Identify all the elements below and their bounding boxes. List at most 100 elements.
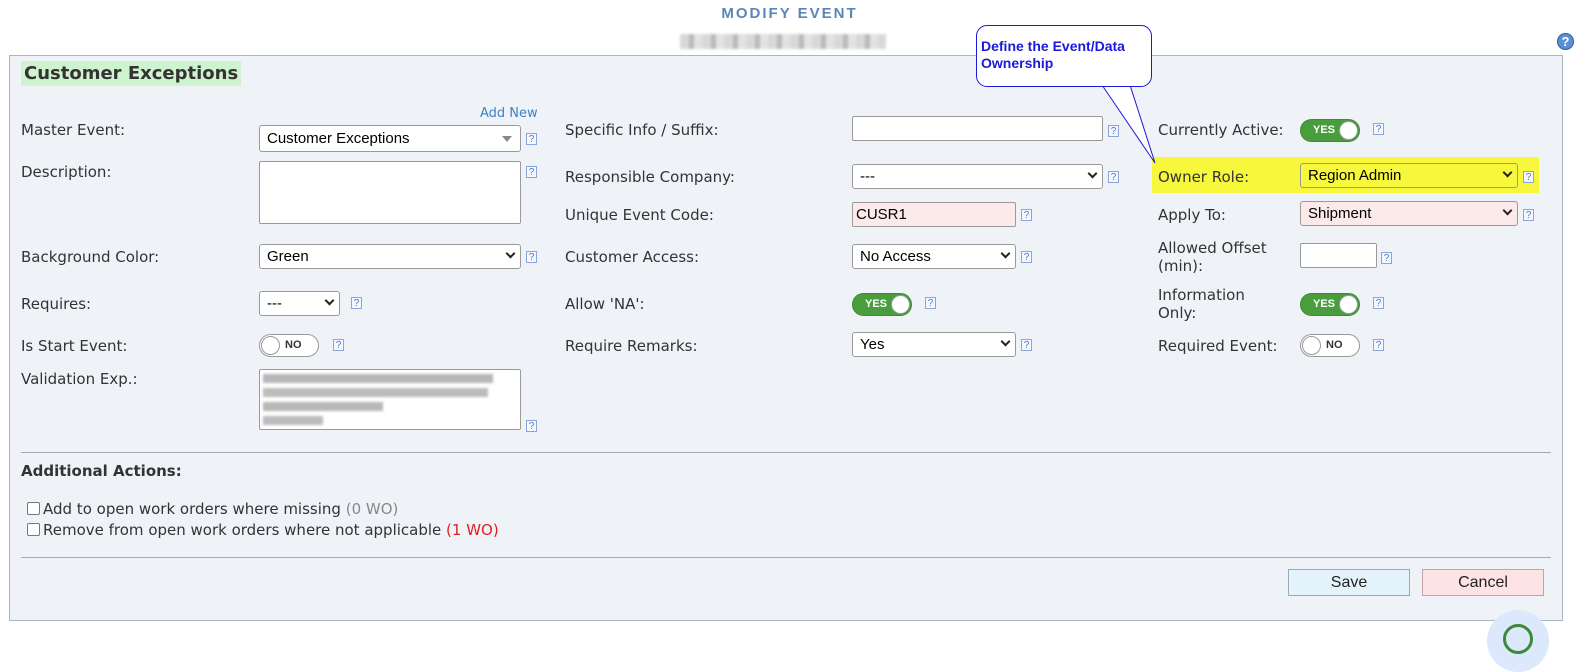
description-textarea[interactable]: [259, 161, 521, 224]
currently-active-toggle[interactable]: YES: [1300, 119, 1360, 142]
validation-exp-label: Validation Exp.:: [21, 370, 138, 388]
help-icon[interactable]: ?: [1381, 252, 1392, 264]
help-icon[interactable]: ?: [351, 297, 362, 309]
information-only-label-line1: Information: [1158, 286, 1245, 304]
remove-na-count: (1 WO): [446, 521, 499, 539]
dropdown-arrow-icon: [502, 136, 512, 142]
cancel-button[interactable]: Cancel: [1422, 569, 1544, 596]
customer-access-select[interactable]: No Access: [852, 244, 1016, 269]
save-button[interactable]: Save: [1288, 569, 1410, 596]
section-divider: [21, 452, 1551, 453]
requires-value: ---: [267, 295, 282, 312]
help-icon[interactable]: ?: [1021, 251, 1032, 263]
information-only-label: Information Only:: [1158, 286, 1245, 322]
redacted-text: [263, 374, 493, 383]
toggle-knob: [891, 295, 910, 314]
requires-select[interactable]: ---: [259, 291, 340, 316]
help-icon[interactable]: ?: [526, 251, 537, 263]
help-icon[interactable]: ?: [526, 420, 537, 432]
help-icon[interactable]: ?: [1523, 209, 1534, 221]
help-icon[interactable]: ?: [1523, 171, 1534, 183]
remove-na-label: Remove from open work orders where not a…: [43, 521, 499, 539]
help-icon[interactable]: ?: [1373, 339, 1384, 351]
help-icon[interactable]: ?: [1373, 123, 1384, 135]
help-icon[interactable]: ?: [1373, 297, 1384, 309]
background-color-label: Background Color:: [21, 248, 160, 266]
required-event-toggle[interactable]: NO: [1300, 334, 1360, 357]
remove-na-checkbox[interactable]: [27, 523, 40, 536]
add-missing-text: Add to open work orders where missing: [43, 500, 341, 518]
specific-info-label: Specific Info / Suffix:: [565, 121, 719, 139]
help-icon[interactable]: ?: [1557, 33, 1574, 50]
help-icon[interactable]: ?: [526, 133, 537, 145]
help-icon[interactable]: ?: [333, 339, 344, 351]
allow-na-toggle[interactable]: YES: [852, 293, 912, 316]
chevron-down-icon: [1000, 336, 1011, 347]
help-icon[interactable]: ?: [925, 297, 936, 309]
help-icon[interactable]: ?: [1108, 125, 1119, 137]
information-only-toggle[interactable]: YES: [1300, 293, 1360, 316]
validation-exp-textarea[interactable]: [259, 369, 521, 430]
chevron-down-icon: [324, 295, 335, 306]
remove-na-text: Remove from open work orders where not a…: [43, 521, 442, 539]
toggle-state: NO: [1326, 339, 1343, 351]
help-icon[interactable]: ?: [1108, 171, 1119, 183]
add-new-link[interactable]: Add New: [480, 106, 538, 121]
require-remarks-select[interactable]: Yes: [852, 332, 1016, 357]
apply-to-select[interactable]: Shipment: [1300, 201, 1518, 226]
section-title: Customer Exceptions: [21, 61, 242, 86]
responsible-company-select[interactable]: ---: [852, 164, 1103, 189]
help-icon[interactable]: ?: [1021, 209, 1032, 221]
chevron-down-icon: [1087, 168, 1098, 179]
requires-label: Requires:: [21, 295, 92, 313]
description-label: Description:: [21, 163, 112, 181]
responsible-company-label: Responsible Company:: [565, 168, 735, 186]
callout-line-2: Ownership: [981, 55, 1054, 71]
master-event-label: Master Event:: [21, 121, 126, 139]
require-remarks-label: Require Remarks:: [565, 337, 698, 355]
add-missing-count: (0 WO): [345, 500, 399, 518]
help-icon[interactable]: ?: [526, 166, 537, 178]
unique-event-code-input[interactable]: CUSR1: [852, 202, 1016, 227]
master-event-value: Customer Exceptions: [267, 130, 410, 147]
responsible-company-value: ---: [860, 168, 875, 185]
specific-info-input[interactable]: [852, 116, 1103, 141]
toggle-state: YES: [1313, 124, 1336, 136]
chat-icon: [1503, 624, 1533, 654]
additional-actions-title: Additional Actions:: [21, 462, 182, 480]
toggle-knob: [1339, 295, 1358, 314]
toggle-state: NO: [285, 339, 302, 351]
allowed-offset-label-line1: Allowed Offset: [1158, 239, 1267, 257]
allowed-offset-label: Allowed Offset (min):: [1158, 239, 1267, 275]
help-icon[interactable]: ?: [1021, 339, 1032, 351]
redacted-text: [263, 388, 488, 397]
owner-role-select[interactable]: Region Admin: [1300, 163, 1518, 188]
is-start-event-label: Is Start Event:: [21, 337, 128, 355]
add-missing-checkbox[interactable]: [27, 502, 40, 515]
currently-active-label: Currently Active:: [1158, 121, 1284, 139]
chevron-down-icon: [1502, 167, 1513, 178]
toggle-state: YES: [1313, 298, 1336, 310]
customer-access-value: No Access: [860, 248, 931, 265]
required-event-label: Required Event:: [1158, 337, 1278, 355]
background-color-value: Green: [267, 248, 309, 265]
allowed-offset-input[interactable]: [1300, 243, 1377, 268]
owner-role-value: Region Admin: [1308, 167, 1402, 184]
allow-na-label: Allow 'NA':: [565, 295, 645, 313]
is-start-event-toggle[interactable]: NO: [259, 334, 319, 357]
master-event-select[interactable]: Customer Exceptions: [259, 125, 521, 152]
apply-to-label: Apply To:: [1158, 206, 1226, 224]
page-title: MODIFY EVENT: [721, 5, 858, 22]
redacted-text: [263, 402, 383, 411]
background-color-select[interactable]: Green: [259, 244, 521, 269]
chevron-down-icon: [1000, 248, 1011, 259]
floating-chat-button[interactable]: [1487, 610, 1549, 672]
add-missing-label: Add to open work orders where missing (0…: [43, 500, 398, 518]
toggle-knob: [1302, 336, 1321, 355]
chevron-down-icon: [505, 248, 516, 259]
toggle-knob: [261, 336, 280, 355]
allowed-offset-label-line2: (min):: [1158, 257, 1204, 275]
apply-to-value: Shipment: [1308, 205, 1372, 222]
callout-line-1: Define the Event/Data: [981, 38, 1125, 54]
owner-role-label: Owner Role:: [1158, 168, 1250, 186]
